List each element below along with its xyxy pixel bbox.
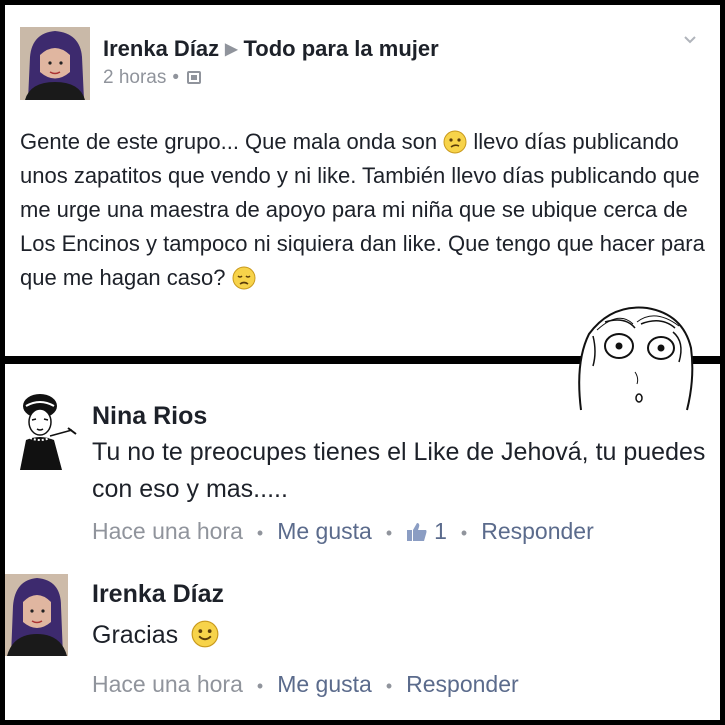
comment-text: Gracias bbox=[92, 621, 179, 649]
arrow-right-icon: ▶ bbox=[225, 41, 238, 58]
action-separator: • bbox=[385, 523, 393, 543]
like-count[interactable]: 1 bbox=[434, 518, 447, 544]
comment-text-row: Gracias bbox=[92, 617, 712, 654]
post-group-name[interactable]: Todo para la mujer bbox=[243, 36, 438, 61]
like-button[interactable]: Me gusta bbox=[277, 671, 372, 697]
post-meta: 2 horas • bbox=[103, 67, 202, 89]
reply-button[interactable]: Responder bbox=[406, 671, 519, 697]
comment-actions: Hace una hora • Me gusta • Responder bbox=[92, 671, 519, 698]
comment-author-name[interactable]: Irenka Díaz bbox=[92, 580, 224, 609]
post-author-avatar[interactable] bbox=[20, 27, 90, 100]
comments-section: Nina Rios Tu no te preocupes tienes el L… bbox=[5, 364, 720, 720]
meta-separator: • bbox=[172, 67, 180, 88]
confused-emoji-icon bbox=[443, 130, 467, 154]
chevron-down-icon[interactable] bbox=[683, 33, 697, 47]
comment-text: Tu no te preocupes tienes el Like de Jeh… bbox=[92, 438, 706, 503]
comment-timestamp[interactable]: Hace una hora bbox=[92, 671, 243, 697]
comment-author-name[interactable]: Nina Rios bbox=[92, 402, 207, 431]
post-timestamp[interactable]: 2 horas bbox=[103, 67, 166, 88]
post-author-name[interactable]: Irenka Díaz bbox=[103, 36, 219, 61]
comment-avatar-irenka[interactable] bbox=[5, 574, 68, 656]
sad-emoji-icon bbox=[232, 266, 256, 290]
action-separator: • bbox=[385, 676, 393, 696]
post-header-title: Irenka Díaz ▶ Todo para la mujer bbox=[103, 36, 439, 62]
smile-emoji-icon bbox=[191, 620, 219, 648]
rage-face-illustration bbox=[578, 306, 694, 411]
comment-timestamp[interactable]: Hace una hora bbox=[92, 518, 243, 544]
action-separator: • bbox=[256, 523, 264, 543]
group-privacy-icon bbox=[187, 71, 202, 85]
comment-actions: Hace una hora • Me gusta • 1 • Responder bbox=[92, 518, 594, 545]
reply-button[interactable]: Responder bbox=[481, 518, 594, 544]
like-button[interactable]: Me gusta bbox=[277, 518, 372, 544]
post-text-part1: Gente de este grupo... Que mala onda son bbox=[20, 129, 438, 154]
action-separator: • bbox=[256, 676, 264, 696]
thumbs-up-icon[interactable] bbox=[406, 522, 428, 542]
comment-avatar-nina[interactable] bbox=[10, 392, 78, 470]
action-separator: • bbox=[460, 523, 468, 543]
post-body: Gente de este grupo... Que mala onda son… bbox=[20, 125, 720, 295]
